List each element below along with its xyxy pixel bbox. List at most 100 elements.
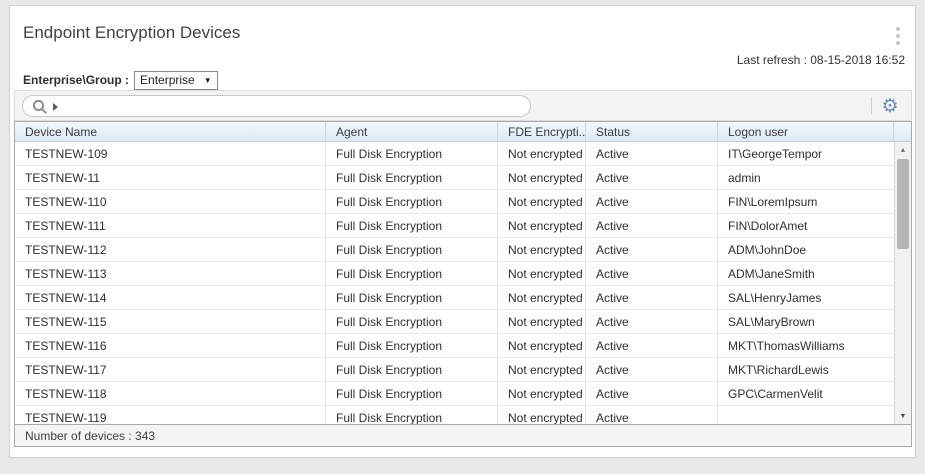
cell-logon: MKT\ThomasWilliams xyxy=(718,334,894,357)
last-refresh-text: Last refresh : 08-15-2018 16:52 xyxy=(737,53,905,67)
cell-agent: Full Disk Encryption xyxy=(326,358,498,381)
table-row[interactable]: TESTNEW-115Full Disk EncryptionNot encry… xyxy=(15,310,894,334)
cell-device: TESTNEW-116 xyxy=(15,334,326,357)
search-input[interactable] xyxy=(65,96,520,116)
column-header-status[interactable]: Status xyxy=(586,122,718,141)
cell-status: Active xyxy=(586,166,718,189)
cell-logon: SAL\HenryJames xyxy=(718,286,894,309)
cell-status: Active xyxy=(586,358,718,381)
cell-agent: Full Disk Encryption xyxy=(326,238,498,261)
scrollbar-thumb[interactable] xyxy=(897,159,909,249)
cell-device: TESTNEW-114 xyxy=(15,286,326,309)
cell-fde: Not encrypted xyxy=(498,238,586,261)
search-icon xyxy=(32,99,48,115)
cell-logon: IT\GeorgeTempor xyxy=(718,142,894,165)
cell-status: Active xyxy=(586,214,718,237)
vertical-ellipsis-icon xyxy=(896,41,900,45)
cell-fde: Not encrypted xyxy=(498,286,586,309)
device-count-footer: Number of devices : 343 xyxy=(14,424,912,447)
cell-status: Active xyxy=(586,238,718,261)
cell-device: TESTNEW-118 xyxy=(15,382,326,405)
table-row[interactable]: TESTNEW-112Full Disk EncryptionNot encry… xyxy=(15,238,894,262)
search-options-caret-icon[interactable] xyxy=(53,103,58,111)
search-box[interactable] xyxy=(22,95,531,117)
table-rows: TESTNEW-109Full Disk EncryptionNot encry… xyxy=(15,142,894,425)
table-row[interactable]: TESTNEW-113Full Disk EncryptionNot encry… xyxy=(15,262,894,286)
cell-device: TESTNEW-109 xyxy=(15,142,326,165)
cell-logon: ADM\JohnDoe xyxy=(718,238,894,261)
cell-device: TESTNEW-119 xyxy=(15,406,326,425)
cell-device: TESTNEW-111 xyxy=(15,214,326,237)
settings-button[interactable]: ⚙ xyxy=(877,93,903,119)
column-header-filler xyxy=(894,122,911,141)
table-body: TESTNEW-109Full Disk EncryptionNot encry… xyxy=(15,142,911,425)
cell-logon: FIN\LoremIpsum xyxy=(718,190,894,213)
cell-agent: Full Disk Encryption xyxy=(326,334,498,357)
cell-agent: Full Disk Encryption xyxy=(326,406,498,425)
cell-logon: GPC\CarmenVelit xyxy=(718,382,894,405)
table-row[interactable]: TESTNEW-110Full Disk EncryptionNot encry… xyxy=(15,190,894,214)
column-header-agent[interactable]: Agent xyxy=(326,122,498,141)
column-header-fde[interactable]: FDE Encrypti... xyxy=(498,122,586,141)
cell-logon: MKT\RichardLewis xyxy=(718,358,894,381)
vertical-ellipsis-icon xyxy=(896,27,900,31)
cell-logon xyxy=(718,406,894,425)
table-row[interactable]: TESTNEW-118Full Disk EncryptionNot encry… xyxy=(15,382,894,406)
cell-logon: admin xyxy=(718,166,894,189)
cell-agent: Full Disk Encryption xyxy=(326,142,498,165)
vertical-ellipsis-icon xyxy=(896,34,900,38)
cell-device: TESTNEW-115 xyxy=(15,310,326,333)
scroll-up-icon[interactable]: ▲ xyxy=(895,147,911,154)
cell-agent: Full Disk Encryption xyxy=(326,214,498,237)
table-row[interactable]: TESTNEW-114Full Disk EncryptionNot encry… xyxy=(15,286,894,310)
table-row[interactable]: TESTNEW-119Full Disk EncryptionNot encry… xyxy=(15,406,894,425)
cell-status: Active xyxy=(586,286,718,309)
cell-fde: Not encrypted xyxy=(498,310,586,333)
cell-fde: Not encrypted xyxy=(498,166,586,189)
cell-device: TESTNEW-113 xyxy=(15,262,326,285)
cell-logon: ADM\JaneSmith xyxy=(718,262,894,285)
toolbar-divider xyxy=(871,97,872,114)
cell-device: TESTNEW-112 xyxy=(15,238,326,261)
group-select[interactable]: Enterprise ▼ xyxy=(134,71,218,90)
cell-fde: Not encrypted xyxy=(498,382,586,405)
cell-agent: Full Disk Encryption xyxy=(326,190,498,213)
group-selector-row: Enterprise\Group : Enterprise ▼ xyxy=(23,70,218,90)
widget-menu-button[interactable] xyxy=(890,22,906,50)
scroll-down-icon[interactable]: ▼ xyxy=(895,413,911,420)
cell-agent: Full Disk Encryption xyxy=(326,286,498,309)
gear-icon: ⚙ xyxy=(881,97,898,116)
cell-status: Active xyxy=(586,406,718,425)
cell-fde: Not encrypted xyxy=(498,214,586,237)
cell-status: Active xyxy=(586,190,718,213)
cell-status: Active xyxy=(586,142,718,165)
endpoint-encryption-devices-widget: Endpoint Encryption Devices Last refresh… xyxy=(9,5,916,458)
cell-status: Active xyxy=(586,310,718,333)
cell-agent: Full Disk Encryption xyxy=(326,166,498,189)
column-header-device[interactable]: Device Name xyxy=(15,122,326,141)
table-row[interactable]: TESTNEW-116Full Disk EncryptionNot encry… xyxy=(15,334,894,358)
widget-title: Endpoint Encryption Devices xyxy=(23,23,240,43)
chevron-down-icon: ▼ xyxy=(204,76,212,85)
vertical-scrollbar[interactable]: ▲ ▼ xyxy=(894,142,911,425)
cell-fde: Not encrypted xyxy=(498,262,586,285)
cell-fde: Not encrypted xyxy=(498,334,586,357)
cell-fde: Not encrypted xyxy=(498,406,586,425)
cell-fde: Not encrypted xyxy=(498,358,586,381)
table-row[interactable]: TESTNEW-111Full Disk EncryptionNot encry… xyxy=(15,214,894,238)
cell-logon: SAL\MaryBrown xyxy=(718,310,894,333)
cell-agent: Full Disk Encryption xyxy=(326,382,498,405)
table-row[interactable]: TESTNEW-109Full Disk EncryptionNot encry… xyxy=(15,142,894,166)
cell-device: TESTNEW-110 xyxy=(15,190,326,213)
cell-device: TESTNEW-117 xyxy=(15,358,326,381)
cell-status: Active xyxy=(586,262,718,285)
cell-fde: Not encrypted xyxy=(498,142,586,165)
table-row[interactable]: TESTNEW-11Full Disk EncryptionNot encryp… xyxy=(15,166,894,190)
cell-device: TESTNEW-11 xyxy=(15,166,326,189)
table-header-row: Device NameAgentFDE Encrypti...StatusLog… xyxy=(15,122,911,142)
cell-agent: Full Disk Encryption xyxy=(326,262,498,285)
table-row[interactable]: TESTNEW-117Full Disk EncryptionNot encry… xyxy=(15,358,894,382)
group-select-value: Enterprise xyxy=(140,73,195,87)
column-header-logon[interactable]: Logon user xyxy=(718,122,894,141)
search-toolbar: ⚙ xyxy=(14,90,912,121)
